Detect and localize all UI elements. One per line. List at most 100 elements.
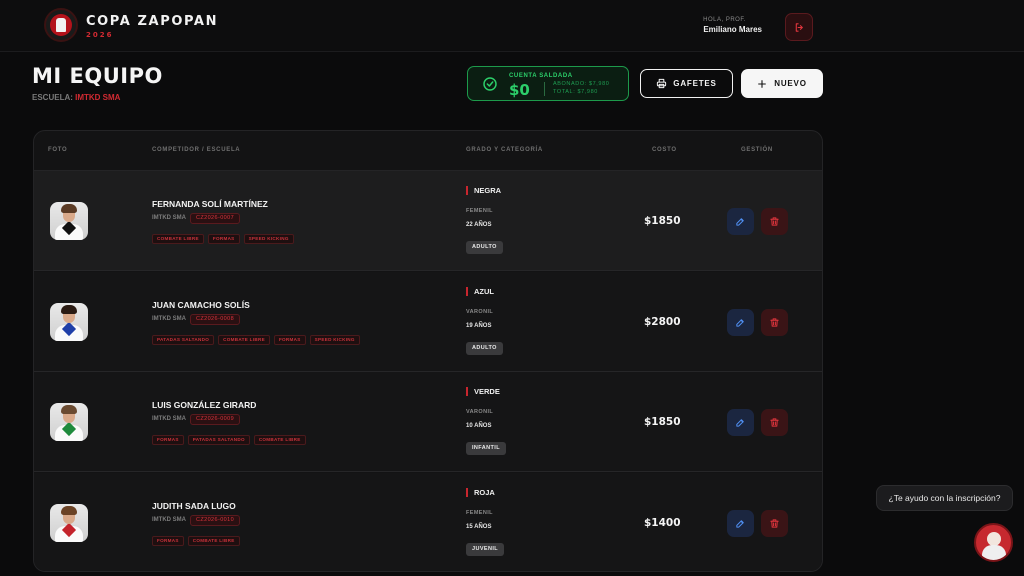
- logout-icon: [795, 22, 803, 32]
- delete-button[interactable]: [761, 409, 788, 436]
- registration-code: CZ2026-0009: [190, 414, 241, 425]
- discipline-tag: FORMAS: [152, 435, 184, 445]
- new-label: NUEVO: [774, 79, 807, 88]
- registration-code: CZ2026-0007: [190, 213, 241, 224]
- school-name: IMTKD SMA: [75, 93, 121, 102]
- belt-grade: ROJA: [466, 487, 495, 497]
- balance-amount: $0: [509, 81, 530, 99]
- edit-icon: [736, 519, 744, 528]
- competitor-photo: [50, 302, 88, 341]
- cost-value: $2800: [644, 315, 681, 328]
- competitor-name: FERNANDA SOLÍ MARTÍNEZ: [152, 199, 268, 209]
- competitor-school: IMTKD SMA: [152, 516, 186, 523]
- gender-label: VARONIL: [466, 308, 494, 315]
- edit-icon: [736, 218, 744, 226]
- belt-grade: AZUL: [466, 286, 494, 296]
- top-bar: COPA ZAPOPAN 2026 HOLA, PROF. Emiliano M…: [0, 0, 1024, 52]
- edit-button[interactable]: [727, 308, 754, 336]
- age-label: 22 AÑOS: [466, 222, 492, 228]
- edit-button[interactable]: [727, 208, 754, 235]
- discipline-tag: COMBATE LIBRE: [253, 435, 306, 445]
- table-row[interactable]: JUAN CAMACHO SOLÍS IMTKD SMA CZ2026-0008…: [34, 271, 822, 372]
- brand-title: COPA ZAPOPAN: [86, 14, 219, 29]
- header-manage: GESTIÓN: [741, 147, 773, 153]
- competitor-school: IMTKD SMA: [152, 416, 186, 422]
- edit-icon: [736, 318, 744, 327]
- check-circle-icon: [483, 77, 497, 91]
- category-badge: JUVENIL: [466, 542, 505, 556]
- table-row[interactable]: FERNANDA SOLÍ MARTÍNEZ IMTKD SMA CZ2026-…: [34, 171, 822, 271]
- gender-label: FEMENIL: [466, 509, 493, 516]
- trash-icon: [770, 217, 779, 226]
- table-row[interactable]: LUIS GONZÁLEZ GIRARD IMTKD SMA CZ2026-00…: [34, 372, 822, 472]
- category-badge: INFANTIL: [466, 442, 506, 455]
- age-label: 15 AÑOS: [466, 523, 492, 530]
- balance-divider: [544, 82, 545, 96]
- header-grade: GRADO Y CATEGORÍA: [466, 147, 543, 153]
- edit-button[interactable]: [727, 509, 754, 537]
- gafetes-button[interactable]: GAFETES: [640, 69, 733, 98]
- age-label: 10 AÑOS: [466, 423, 492, 429]
- header-cost: COSTO: [652, 147, 677, 153]
- delete-button[interactable]: [761, 308, 788, 336]
- discipline-tags: COMBATE LIBRE FORMAS SPEED KICKING: [152, 234, 294, 244]
- new-competitor-button[interactable]: NUEVO: [741, 69, 823, 98]
- competitor-school: IMTKD SMA: [152, 315, 186, 322]
- belt-grade: NEGRA: [466, 186, 501, 195]
- discipline-tag: FORMAS: [152, 535, 184, 546]
- cost-value: $1850: [644, 215, 681, 227]
- school-line: ESCUELA: IMTKD SMA: [32, 93, 120, 102]
- logout-button[interactable]: [785, 13, 813, 41]
- discipline-tag: COMBATE LIBRE: [187, 535, 240, 546]
- cost-value: $1850: [644, 416, 681, 428]
- discipline-tag: SPEED KICKING: [309, 334, 360, 345]
- balance-paid: ABONADO: $7,980: [553, 81, 610, 87]
- edit-button[interactable]: [727, 409, 754, 436]
- delete-button[interactable]: [761, 208, 788, 235]
- table-header: FOTO COMPETIDOR / ESCUELA GRADO Y CATEGO…: [34, 131, 822, 171]
- category-badge: ADULTO: [466, 241, 503, 254]
- assistant-avatar[interactable]: [974, 523, 1013, 562]
- cost-value: $1400: [644, 516, 681, 529]
- user-name: Emiliano Mares: [703, 25, 762, 34]
- header-photo: FOTO: [48, 147, 68, 153]
- competitor-photo: [50, 403, 88, 441]
- discipline-tag: SPEED KICKING: [243, 234, 294, 244]
- discipline-tags: FORMAS PATADAS SALTANDO COMBATE LIBRE: [152, 435, 306, 445]
- brand-year: 2026: [86, 31, 114, 39]
- registration-code: CZ2026-0010: [190, 514, 241, 526]
- discipline-tag: COMBATE LIBRE: [152, 234, 204, 244]
- team-table: FOTO COMPETIDOR / ESCUELA GRADO Y CATEGO…: [33, 130, 823, 572]
- registration-code: CZ2026-0008: [190, 313, 241, 325]
- printer-icon: [657, 78, 667, 89]
- discipline-tags: PATADAS SALTANDO COMBATE LIBRE FORMAS SPEED…: [152, 334, 360, 345]
- table-row[interactable]: JUDITH SADA LUGO IMTKD SMA CZ2026-0010 F…: [34, 472, 822, 571]
- competitor-photo: [50, 503, 88, 542]
- trash-icon: [770, 418, 779, 427]
- discipline-tag: COMBATE LIBRE: [218, 334, 270, 345]
- competitor-name: JUAN CAMACHO SOLÍS: [152, 299, 250, 310]
- help-bubble[interactable]: ¿Te ayudo con la inscripción?: [876, 485, 1013, 511]
- competitor-name: JUDITH SADA LUGO: [152, 500, 236, 511]
- competitor-name: LUIS GONZÁLEZ GIRARD: [152, 400, 257, 410]
- delete-button[interactable]: [761, 509, 788, 537]
- school-label: ESCUELA:: [32, 93, 73, 102]
- competitor-photo: [50, 202, 88, 240]
- discipline-tags: FORMAS COMBATE LIBRE: [152, 535, 240, 546]
- header-competitor: COMPETIDOR / ESCUELA: [152, 147, 241, 153]
- balance-label: CUENTA SALDADA: [509, 73, 573, 79]
- discipline-tag: PATADAS SALTANDO: [187, 435, 250, 445]
- gender-label: VARONIL: [466, 409, 494, 415]
- age-label: 19 AÑOS: [466, 322, 492, 329]
- category-badge: ADULTO: [466, 341, 503, 355]
- balance-total: TOTAL: $7,980: [553, 89, 598, 95]
- plus-icon: [758, 79, 767, 88]
- discipline-tag: FORMAS: [207, 234, 240, 244]
- page-title: MI EQUIPO: [32, 64, 163, 88]
- trash-icon: [770, 317, 779, 327]
- brand-logo-icon[interactable]: [44, 8, 78, 42]
- edit-icon: [736, 419, 744, 427]
- discipline-tag: FORMAS: [273, 334, 306, 345]
- balance-badge: CUENTA SALDADA $0 ABONADO: $7,980 TOTAL:…: [467, 66, 629, 101]
- trash-icon: [770, 518, 779, 528]
